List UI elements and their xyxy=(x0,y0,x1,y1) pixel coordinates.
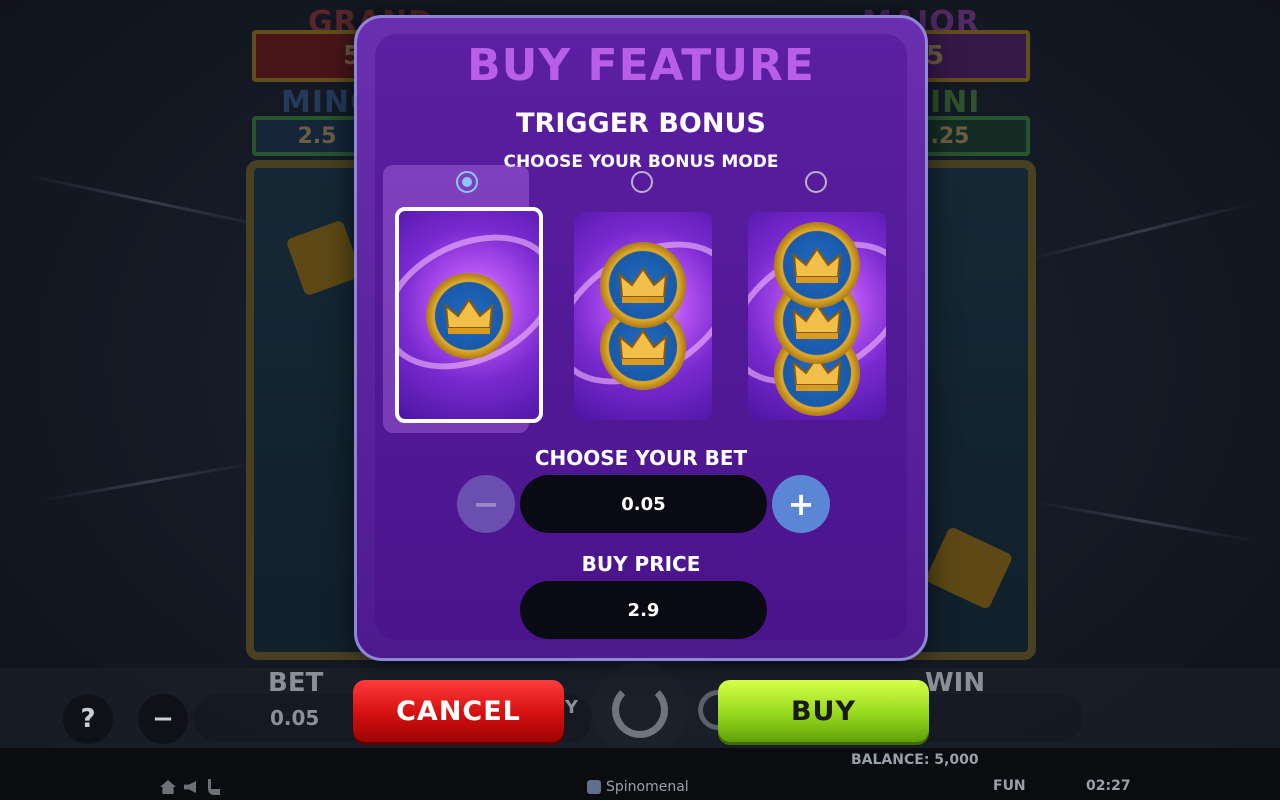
modal-subtitle: TRIGGER BONUS xyxy=(516,108,766,139)
cancel-button[interactable]: CANCEL xyxy=(353,680,564,742)
bar-win-label: WIN xyxy=(925,668,986,698)
mode-text: FUN xyxy=(993,778,1026,794)
autoplay-partial-label: Y xyxy=(565,697,579,718)
music-icon[interactable] xyxy=(208,779,220,795)
bet-decrease-button[interactable]: − xyxy=(138,694,188,744)
crown-coin-icon xyxy=(774,222,860,308)
bet-value-field: 0.05 xyxy=(520,475,767,533)
buy-price-label: BUY PRICE xyxy=(581,552,701,576)
crown-coin-icon xyxy=(600,242,686,328)
clock-text: 02:27 xyxy=(1086,778,1131,794)
bar-bet-value: 0.05 xyxy=(270,706,320,730)
modal-title: BUY FEATURE xyxy=(467,40,815,91)
balance-text: BALANCE: 5,000 xyxy=(851,752,979,768)
help-button[interactable]: ? xyxy=(63,694,113,744)
bet-label: CHOOSE YOUR BET xyxy=(534,446,748,470)
bonus-mode-card-2[interactable] xyxy=(574,212,712,420)
brand-text: Spinomenal xyxy=(606,779,689,795)
buy-feature-modal: BUY FEATURE TRIGGER BONUS CHOOSE YOUR BO… xyxy=(354,15,928,661)
bonus-mode-radio-1[interactable] xyxy=(456,171,478,193)
crown-coin-icon xyxy=(426,273,512,359)
bonus-mode-radio-3[interactable] xyxy=(805,171,827,193)
bonus-mode-card-3[interactable] xyxy=(748,212,886,420)
spin-icon xyxy=(612,682,668,738)
bonus-mode-radio-2[interactable] xyxy=(631,171,653,193)
buy-price-field: 2.9 xyxy=(520,581,767,639)
bonus-mode-card-1[interactable] xyxy=(395,207,543,423)
bar-bet-label: BET xyxy=(268,668,324,698)
buy-button[interactable]: BUY xyxy=(718,680,929,742)
bet-minus-button[interactable]: − xyxy=(457,475,515,533)
bet-plus-button[interactable]: + xyxy=(772,475,830,533)
spin-button[interactable] xyxy=(592,662,688,758)
spinomenal-logo-icon xyxy=(587,780,601,794)
